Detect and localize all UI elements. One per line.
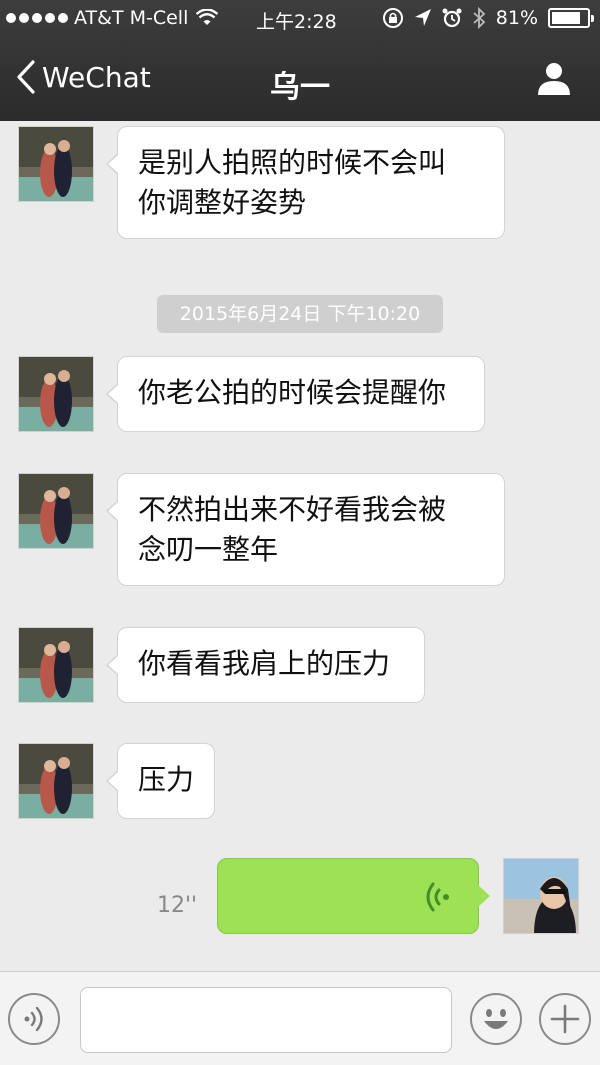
battery-icon: [548, 8, 594, 28]
message-line: 不然拍出来不好看我会被: [138, 493, 447, 526]
voice-mode-icon: [24, 1006, 43, 1032]
message-line: 你调整好姿势: [138, 186, 307, 219]
wifi-icon: [196, 9, 219, 25]
navigation-bar: WeChat 乌一: [0, 40, 600, 121]
status-bar: AT&T M-Cell 上午2:28 81%: [0, 0, 600, 40]
emoji-button[interactable]: [470, 993, 522, 1045]
contact-avatar[interactable]: [18, 126, 94, 202]
contact-avatar[interactable]: [18, 627, 94, 703]
my-avatar[interactable]: [503, 858, 579, 934]
bluetooth-icon: [473, 7, 486, 29]
input-bar: [0, 971, 600, 1065]
location-icon: [414, 9, 431, 26]
emoji-icon: [474, 997, 518, 1041]
message-input[interactable]: [80, 987, 452, 1053]
person-icon[interactable]: [536, 60, 572, 96]
outgoing-voice-bubble[interactable]: [217, 858, 490, 934]
voice-duration: 12'': [157, 893, 198, 918]
voice-mode-button[interactable]: [8, 993, 60, 1045]
incoming-message-bubble[interactable]: 是别人拍照的时候不会叫 你调整好姿势: [106, 126, 505, 239]
status-time: 上午2:28: [256, 11, 337, 33]
message-line: 压力: [138, 763, 195, 796]
rotation-lock-icon: [382, 8, 403, 28]
battery-percent: 81%: [495, 7, 538, 29]
chat-area[interactable]: 是别人拍照的时候不会叫 你调整好姿势 2015年6月24日 下午10:20 你老…: [0, 121, 600, 971]
top-header: AT&T M-Cell 上午2:28 81% WeChat 乌一: [0, 0, 600, 121]
incoming-message-bubble[interactable]: 不然拍出来不好看我会被 念叨一整年: [106, 473, 505, 586]
message-line: 你看看我肩上的压力: [138, 647, 391, 680]
message-line: 是别人拍照的时候不会叫: [138, 146, 447, 179]
plus-icon: [550, 1004, 580, 1034]
timestamp-pill: 2015年6月24日 下午10:20: [157, 295, 443, 333]
voice-wave-icon: [426, 882, 449, 912]
alarm-icon: [442, 8, 462, 28]
contact-avatar[interactable]: [18, 473, 94, 549]
message-line: 你老公拍的时候会提醒你: [138, 376, 447, 409]
incoming-message-bubble[interactable]: 压力: [106, 743, 215, 819]
incoming-message-bubble[interactable]: 你老公拍的时候会提醒你: [106, 356, 485, 432]
more-button[interactable]: [539, 993, 591, 1045]
contact-avatar[interactable]: [18, 743, 94, 819]
carrier-name: AT&T M-Cell: [74, 7, 189, 29]
signal-dots-icon: [6, 13, 68, 23]
incoming-message-bubble[interactable]: 你看看我肩上的压力: [106, 627, 425, 703]
message-line: 念叨一整年: [138, 533, 279, 566]
contact-avatar[interactable]: [18, 356, 94, 432]
chat-title: 乌一: [270, 70, 330, 105]
